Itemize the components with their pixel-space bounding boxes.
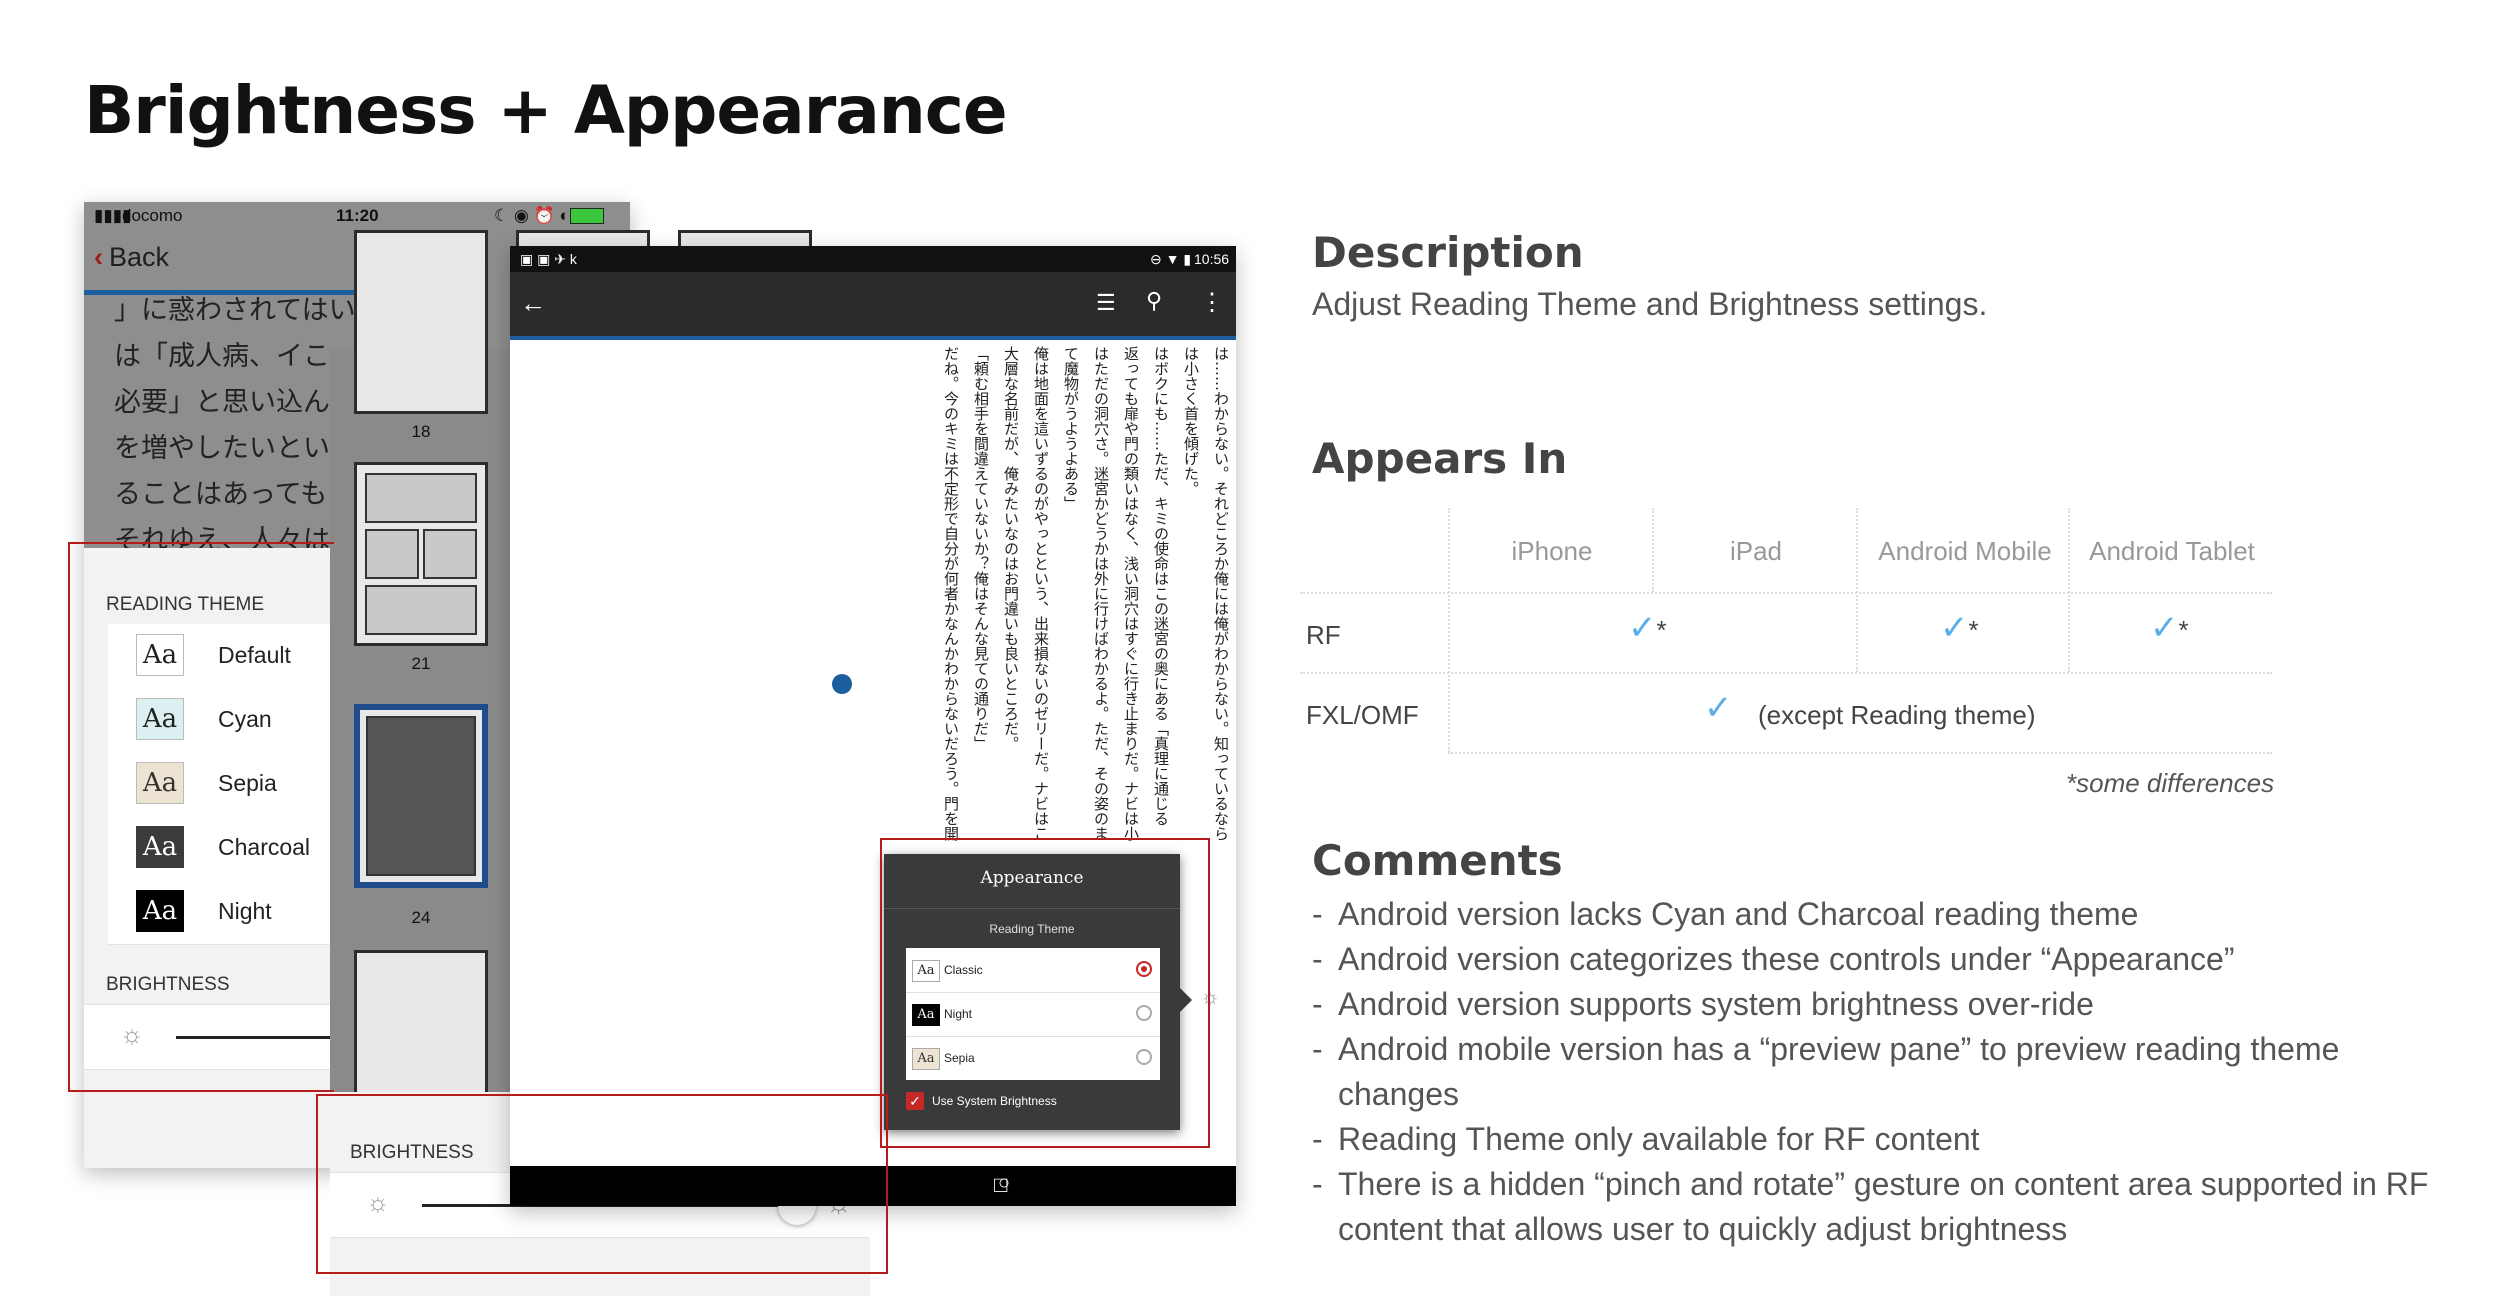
column-header: Android Tablet: [2089, 536, 2255, 566]
list-item: - Android mobile version has a “preview p…: [1312, 1031, 2340, 1112]
check-icon: ✓: [1704, 689, 1733, 727]
toc-icon[interactable]: ☰: [1096, 290, 1116, 316]
text-column: は小さく首を傾げた。: [1182, 346, 1200, 496]
text-column: はボクにも……ただ、キミの使命はこの迷宮の奥にある「真理に通じる門」を: [1152, 346, 1170, 826]
status-time: 11:20: [336, 206, 379, 225]
text-column: 「頼む相手を間違えていないか？俺はそんな見ての通りだ」: [972, 346, 990, 751]
page-slider-dot[interactable]: [832, 674, 852, 694]
column-header: iPad: [1729, 536, 1783, 566]
back-button[interactable]: ‹ Back: [94, 242, 169, 273]
row-label: FXL/OMF: [1306, 700, 1419, 730]
battery-icon: [570, 208, 604, 224]
text-column: はただの洞穴さ。迷宮かどうかは外に行けばわかるよ。ただ、その姿のままは: [1092, 346, 1110, 841]
check-mark: ✓*: [1628, 609, 1667, 647]
highlight-box-ipad: [316, 1094, 888, 1274]
more-icon[interactable]: ⋮: [1200, 288, 1224, 317]
check-mark: ✓: [1704, 688, 1733, 728]
back-label: Back: [109, 242, 170, 272]
page-number: 18: [411, 422, 431, 441]
row-label: RF: [1306, 620, 1341, 650]
carrier-label: docomo: [122, 206, 183, 225]
text-column: は……わからない。それどころか俺には俺がわからない。知っているなら教えてくれ: [1212, 346, 1230, 841]
recents-button[interactable]: □: [994, 1172, 1007, 1198]
list-item: - Reading Theme only available for RF con…: [1312, 1121, 1980, 1157]
list-item: - Android version lacks Cyan and Charcoal…: [1312, 896, 2139, 932]
column-header: iPhone: [1511, 536, 1593, 566]
android-status-bar: ▣ ▣ ✈ k ⊖ ▼ ▮ 10:56: [510, 246, 1236, 272]
comments-list: - Android version lacks Cyan and Charcoal…: [1312, 892, 2462, 1252]
appears-in-table: iPhone iPad Android Mobile Android Table…: [1300, 508, 2272, 754]
status-icons: ☾ ◉ ⏰ ◐: [494, 206, 570, 225]
description-heading: Description: [1312, 228, 1584, 277]
check-mark: ✓*: [2150, 609, 2189, 647]
page-thumbnail[interactable]: [354, 462, 488, 646]
list-item: - Android version categorizes these contr…: [1312, 941, 2235, 977]
status-bar: ▮▮▮▮ docomo 11:20 ☾ ◉ ⏰ ◐: [84, 202, 630, 228]
page-title: Brightness + Appearance: [84, 72, 1008, 149]
check-icon: ✓: [1628, 609, 1657, 647]
page-thumbnail[interactable]: [354, 230, 488, 414]
search-icon[interactable]: ⚲: [1146, 288, 1162, 314]
page-thumbnail-selected[interactable]: [354, 704, 488, 888]
vertical-reading-text: は……わからない。それどころか俺には俺がわからない。知っているなら教えてくれ は…: [910, 346, 1230, 856]
footnote: *some differences: [2066, 768, 2275, 798]
description-text: Adjust Reading Theme and Brightness sett…: [1312, 286, 1988, 322]
check-icon: ✓: [2150, 609, 2179, 647]
text-column: 俺は地面を這いずるのがやっとという、出来損ないのゼリーだ。ナビはこんな: [1032, 346, 1050, 841]
status-time: 10:56: [1194, 251, 1230, 267]
check-mark: ✓*: [1940, 609, 1979, 647]
text-column: て魔物がうようよある」: [1062, 346, 1080, 511]
text-column: だね。今のキミは不定形で自分が何者かなんかわからないだろう。門を開くと約束した。: [942, 346, 960, 841]
notification-icons: ▣ ▣ ✈ k: [520, 251, 577, 267]
comments-heading: Comments: [1312, 836, 1563, 885]
highlight-box-iphone: [68, 542, 334, 1092]
text-column: 返っても扉や門の類いはなく、浅い洞穴はすぐに行き止まりだ。ナビは小さな: [1122, 346, 1140, 841]
reading-progress-bar: [510, 336, 1236, 340]
page-number: 24: [411, 908, 431, 927]
status-icons: ⊖ ▼ ▮: [1150, 251, 1192, 267]
back-arrow-icon[interactable]: ←: [520, 288, 546, 319]
android-toolbar: ← ☰ ⚲ ⋮: [510, 272, 1236, 336]
row-note: (except Reading theme): [1758, 700, 2036, 730]
list-item: - There is a hidden “pinch and rotate” ge…: [1312, 1166, 2429, 1247]
column-header: Android Mobile: [1878, 536, 2052, 566]
check-icon: ✓: [1940, 609, 1969, 647]
list-item: - Android version supports system brightn…: [1312, 986, 2094, 1022]
text-column: 大層な名前だが、俺みたいなのはお門違いも良いところだ。: [1002, 346, 1020, 751]
highlight-box-android: [880, 838, 1210, 1148]
chevron-left-icon: ‹: [94, 242, 103, 272]
page-number: 21: [411, 654, 431, 673]
appears-in-heading: Appears In: [1312, 434, 1568, 483]
